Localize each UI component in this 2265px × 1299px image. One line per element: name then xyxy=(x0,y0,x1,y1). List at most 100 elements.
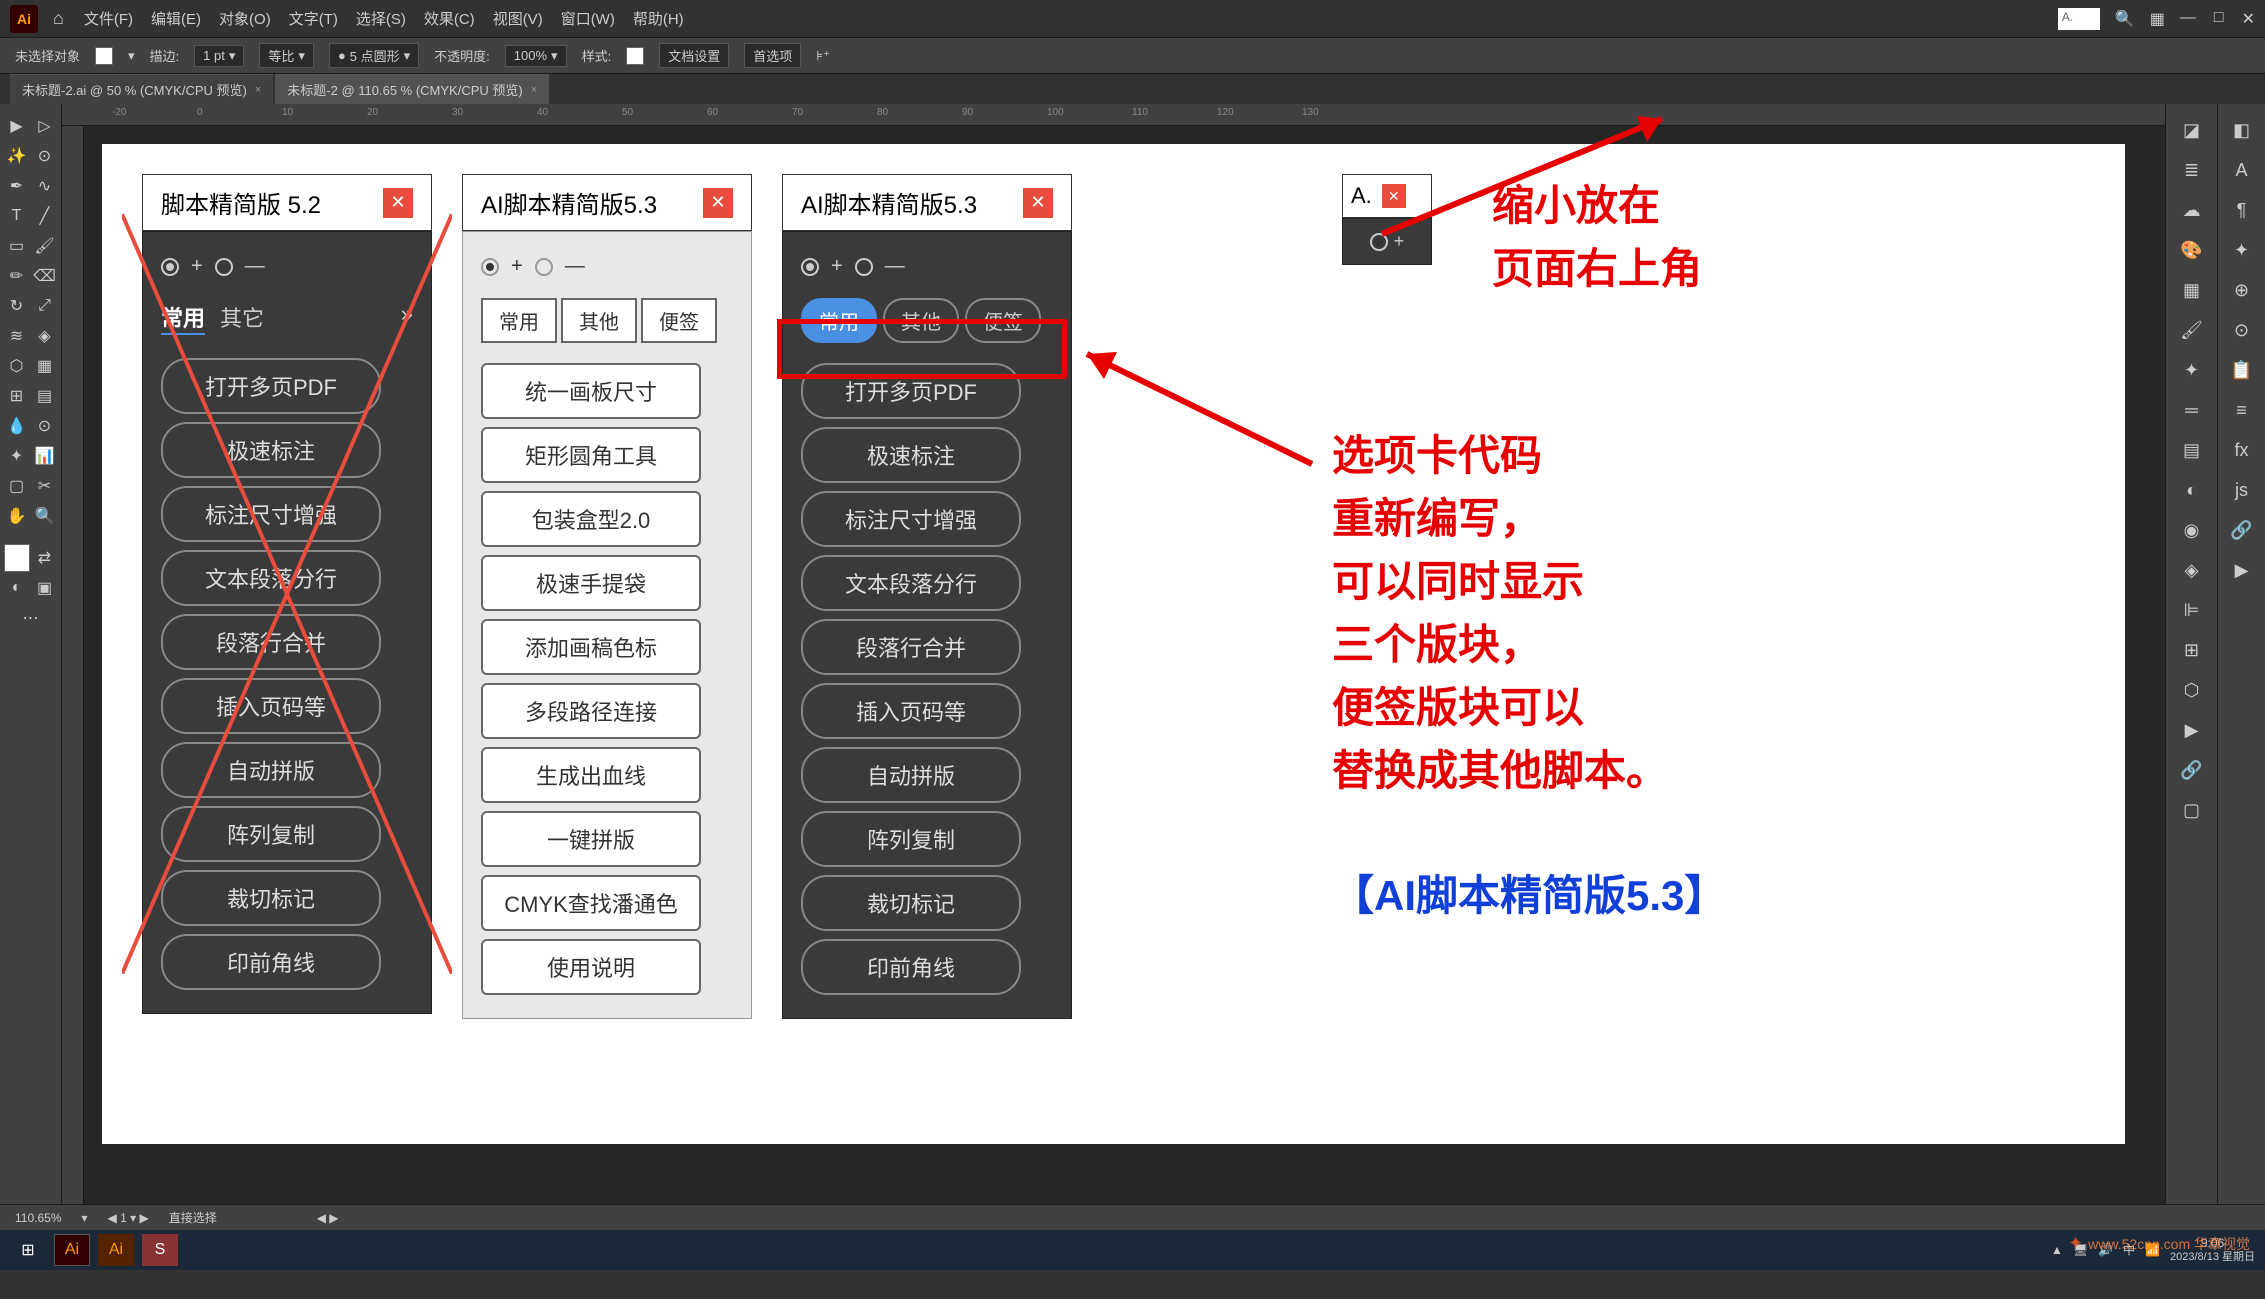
actions-panel-icon[interactable]: ▶ xyxy=(2176,714,2208,746)
selection-tool-icon[interactable]: ▶ xyxy=(4,112,30,140)
close-button[interactable]: ✕ xyxy=(2242,9,2255,29)
gradient-tool-icon[interactable]: ▤ xyxy=(32,382,58,410)
symbol-spray-icon[interactable]: ✦ xyxy=(4,442,30,470)
artboards-panel-icon[interactable]: ▢ xyxy=(2176,794,2208,826)
tab-close-icon[interactable]: × xyxy=(255,84,261,96)
tab-notes[interactable]: 便签 xyxy=(641,298,717,343)
script-button[interactable]: 多段路径连接 xyxy=(481,683,701,739)
color-mode-icon[interactable]: ◐ xyxy=(4,574,30,602)
doc-tab[interactable]: 未标题-2 @ 110.65 % (CMYK/CPU 预览)× xyxy=(275,74,549,104)
panel-icon[interactable]: ⊙ xyxy=(2226,314,2258,346)
stroke-panel-icon[interactable]: ═ xyxy=(2176,394,2208,426)
menu-type[interactable]: 文字(T) xyxy=(289,8,338,29)
zoom-level[interactable]: 110.65% xyxy=(15,1211,61,1225)
pen-tool-icon[interactable]: ✒ xyxy=(4,172,30,200)
scale-tool-icon[interactable]: ⤢ xyxy=(32,292,58,320)
color-panel-icon[interactable]: 🎨 xyxy=(2176,234,2208,266)
brush-dropdown[interactable]: ● 5 点圆形 ▾ xyxy=(329,43,419,68)
prefs-button[interactable]: 首选项 xyxy=(744,43,801,68)
script-button[interactable]: 极速手提袋 xyxy=(481,555,701,611)
home-icon[interactable]: ⌂ xyxy=(53,8,64,29)
menu-window[interactable]: 窗口(W) xyxy=(561,8,615,29)
brushes-panel-icon[interactable]: 🖌 xyxy=(2176,314,2208,346)
brush-tool-icon[interactable]: 🖌 xyxy=(32,232,58,260)
script-button[interactable]: 裁切标记 xyxy=(161,870,381,926)
maximize-button[interactable]: □ xyxy=(2214,9,2224,29)
libraries-panel-icon[interactable]: ☁ xyxy=(2176,194,2208,226)
tab-common[interactable]: 常用 xyxy=(801,298,877,343)
stroke-weight-dropdown[interactable]: 1 pt ▾ xyxy=(194,45,244,67)
tab-common[interactable]: 常用 xyxy=(161,301,205,335)
radio-option[interactable] xyxy=(855,258,873,276)
fill-swatch[interactable] xyxy=(95,47,113,65)
eraser-tool-icon[interactable]: ⌫ xyxy=(32,262,58,290)
panel-close-button[interactable]: ✕ xyxy=(1023,188,1053,218)
tab-common[interactable]: 常用 xyxy=(481,298,557,343)
zoom-tool-icon[interactable]: 🔍 xyxy=(32,502,58,530)
script-button[interactable]: 矩形圆角工具 xyxy=(481,427,701,483)
doc-setup-button[interactable]: 文档设置 xyxy=(659,43,729,68)
type-tool-icon[interactable]: T xyxy=(4,202,30,230)
script-button[interactable]: 段落行合并 xyxy=(161,614,381,670)
chevron-right-icon[interactable]: » xyxy=(401,301,413,335)
radio-option[interactable] xyxy=(535,258,553,276)
rectangle-tool-icon[interactable]: ▭ xyxy=(4,232,30,260)
script-button[interactable]: 一键拼版 xyxy=(481,811,701,867)
panel-icon[interactable]: ◧ xyxy=(2226,114,2258,146)
workspace-switcher-icon[interactable]: ▦ xyxy=(2150,9,2165,29)
links-panel-icon[interactable]: 🔗 xyxy=(2176,754,2208,786)
panel-icon[interactable]: ¶ xyxy=(2226,194,2258,226)
panel-icon[interactable]: ✦ xyxy=(2226,234,2258,266)
script-button[interactable]: 添加画稿色标 xyxy=(481,619,701,675)
appearance-panel-icon[interactable]: ◉ xyxy=(2176,514,2208,546)
search-icon[interactable]: 🔍 xyxy=(2115,9,2135,29)
style-swatch[interactable] xyxy=(626,47,644,65)
transform-panel-icon[interactable]: ⊞ xyxy=(2176,634,2208,666)
script-button[interactable]: 印前角线 xyxy=(161,934,381,990)
magic-wand-tool-icon[interactable]: ✨ xyxy=(4,142,30,170)
curvature-tool-icon[interactable]: ∿ xyxy=(32,172,58,200)
shaper-tool-icon[interactable]: ✏ xyxy=(4,262,30,290)
script-button[interactable]: 标注尺寸增强 xyxy=(801,491,1021,547)
menu-view[interactable]: 视图(V) xyxy=(493,8,543,29)
script-button[interactable]: 使用说明 xyxy=(481,939,701,995)
menu-file[interactable]: 文件(F) xyxy=(84,8,133,29)
artboard-tool-icon[interactable]: ▢ xyxy=(4,472,30,500)
panel-icon[interactable]: 📋 xyxy=(2226,354,2258,386)
panel-icon[interactable]: A xyxy=(2226,154,2258,186)
script-button[interactable]: 生成出血线 xyxy=(481,747,701,803)
doc-tab[interactable]: 未标题-2.ai @ 50 % (CMYK/CPU 预览)× xyxy=(10,74,273,104)
menu-help[interactable]: 帮助(H) xyxy=(633,8,684,29)
script-button[interactable]: 包装盒型2.0 xyxy=(481,491,701,547)
menu-edit[interactable]: 编辑(E) xyxy=(151,8,201,29)
tab-other[interactable]: 其他 xyxy=(561,298,637,343)
script-button[interactable]: 阵列复制 xyxy=(161,806,381,862)
taskbar-app-icon[interactable]: S xyxy=(142,1234,178,1266)
line-tool-icon[interactable]: ╱ xyxy=(32,202,58,230)
pathfinder-panel-icon[interactable]: ⬡ xyxy=(2176,674,2208,706)
mesh-tool-icon[interactable]: ⊞ xyxy=(4,382,30,410)
taskbar-app-ai[interactable]: Ai xyxy=(54,1234,90,1266)
hand-tool-icon[interactable]: ✋ xyxy=(4,502,30,530)
topbar-search[interactable]: A. xyxy=(2058,8,2100,30)
taskbar-app-ai-2[interactable]: Ai xyxy=(98,1234,134,1266)
radio-option[interactable] xyxy=(801,258,819,276)
blend-tool-icon[interactable]: ⊙ xyxy=(32,412,58,440)
panel-close-button[interactable]: ✕ xyxy=(383,188,413,218)
menu-object[interactable]: 对象(O) xyxy=(219,8,271,29)
tab-notes[interactable]: 便签 xyxy=(965,298,1041,343)
graph-tool-icon[interactable]: 📊 xyxy=(32,442,58,470)
script-button[interactable]: 裁切标记 xyxy=(801,875,1021,931)
swatches-panel-icon[interactable]: ▦ xyxy=(2176,274,2208,306)
tab-other[interactable]: 其他 xyxy=(883,298,959,343)
transparency-panel-icon[interactable]: ◐ xyxy=(2176,474,2208,506)
script-button[interactable]: 印前角线 xyxy=(801,939,1021,995)
gradient-panel-icon[interactable]: ▤ xyxy=(2176,434,2208,466)
script-button[interactable]: 段落行合并 xyxy=(801,619,1021,675)
tab-close-icon[interactable]: × xyxy=(531,84,537,96)
uniform-dropdown[interactable]: 等比 ▾ xyxy=(259,43,314,68)
opacity-dropdown[interactable]: 100% ▾ xyxy=(505,45,567,67)
free-transform-icon[interactable]: ◈ xyxy=(32,322,58,350)
panel-icon[interactable]: ≡ xyxy=(2226,394,2258,426)
minimize-button[interactable]: — xyxy=(2180,9,2196,29)
